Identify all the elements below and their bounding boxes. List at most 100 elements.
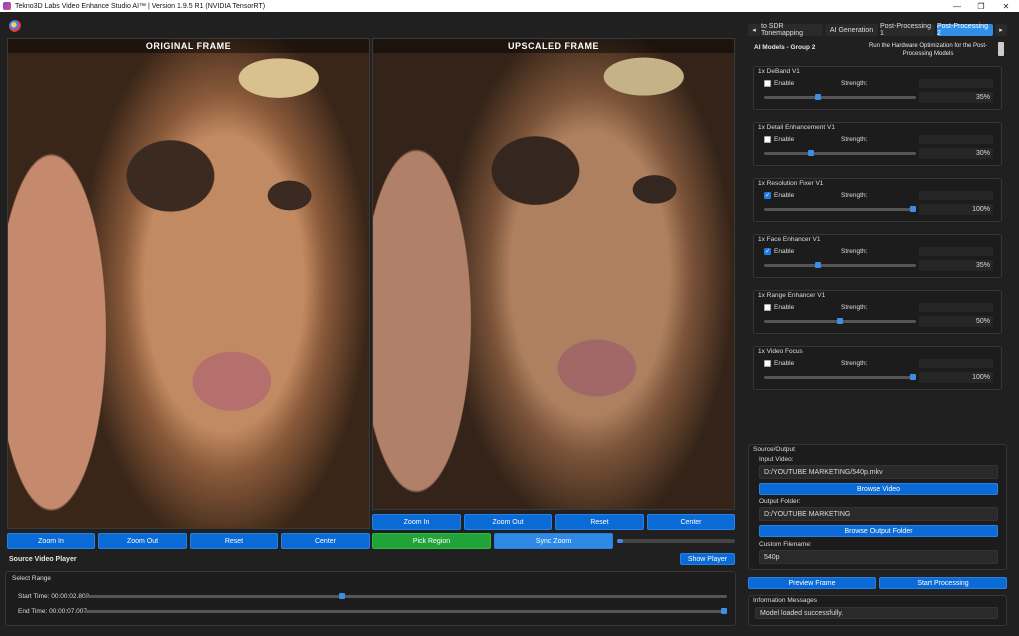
sync-zoom-button[interactable]: Sync Zoom: [494, 533, 613, 549]
model-enable-checkbox[interactable]: [764, 360, 771, 367]
model-strength-thumb[interactable]: [807, 150, 814, 156]
model-strength-label: Strength:: [841, 360, 868, 367]
original-frame-view[interactable]: ORIGINAL FRAME: [7, 38, 370, 529]
model-strength-value: 35%: [919, 92, 993, 103]
model-strength-thumb[interactable]: [815, 262, 822, 268]
output-folder-field[interactable]: D:/YOUTUBE MARKETING: [759, 507, 998, 521]
model-enable-checkbox[interactable]: [764, 304, 771, 311]
tab-ai-generation[interactable]: AI Generation: [825, 24, 878, 36]
original-center-button[interactable]: Center: [281, 533, 370, 549]
upscaled-zoom-out-button[interactable]: Zoom Out: [464, 514, 552, 530]
model-strength-header-box: [919, 79, 993, 88]
upscaled-reset-button[interactable]: Reset: [555, 514, 644, 530]
browse-output-folder-button[interactable]: Browse Output Folder: [759, 525, 998, 537]
model-strength-header-box: [919, 247, 993, 256]
upscaled-frame-label: UPSCALED FRAME: [373, 39, 734, 53]
model-strength-slider[interactable]: [764, 318, 916, 324]
source-output-title: Source/Output: [753, 446, 795, 453]
browse-video-button[interactable]: Browse Video: [759, 483, 998, 495]
model-name: 1x Resolution Fixer V1: [758, 180, 824, 187]
select-range-panel: Select Range Start Time: 00:00:02.802 En…: [5, 571, 736, 626]
end-time-slider[interactable]: [84, 608, 727, 614]
model-card: 1x Range Enhancer V1 Enable Strength: 50…: [753, 290, 1002, 334]
model-name: 1x Detail Enhancement V1: [758, 124, 835, 131]
restore-icon[interactable]: ❐: [969, 0, 993, 12]
tab-post-processing-1[interactable]: Post-Processing 1: [880, 23, 935, 37]
original-image: [8, 39, 369, 528]
model-strength-slider[interactable]: [764, 374, 916, 380]
model-enable-label: Enable: [774, 80, 795, 87]
upscaled-frame-view[interactable]: UPSCALED FRAME: [372, 38, 735, 510]
models-group-title: AI Models - Group 2: [754, 44, 816, 51]
model-strength-value: 35%: [919, 260, 993, 271]
model-strength-label: Strength:: [841, 304, 868, 311]
model-name: 1x Range Enhancer V1: [758, 292, 826, 299]
model-strength-value: 100%: [919, 372, 993, 383]
input-video-label: Input Video:: [759, 456, 794, 463]
region-progress-bar: [617, 539, 735, 543]
model-strength-slider[interactable]: [764, 262, 916, 268]
model-card: 1x Detail Enhancement V1 Enable Strength…: [753, 122, 1002, 166]
model-strength-slider[interactable]: [764, 150, 916, 156]
model-strength-label: Strength:: [841, 192, 868, 199]
original-reset-button[interactable]: Reset: [190, 533, 278, 549]
end-time-thumb[interactable]: [721, 608, 727, 614]
information-messages-title: Information Messages: [753, 597, 817, 604]
model-enable-label: Enable: [774, 248, 795, 255]
tab-post-processing-2[interactable]: Post-Processing 2: [937, 23, 993, 37]
input-video-field[interactable]: D:/YOUTUBE MARKETING/540p.mkv: [759, 465, 998, 479]
model-strength-thumb[interactable]: [910, 206, 916, 212]
start-time-slider[interactable]: [84, 593, 727, 599]
model-strength-thumb[interactable]: [910, 374, 916, 380]
model-enable-checkbox[interactable]: [764, 192, 771, 199]
preview-frame-button[interactable]: Preview Frame: [748, 577, 876, 589]
model-strength-slider[interactable]: [764, 94, 916, 100]
original-zoom-in-button[interactable]: Zoom In: [7, 533, 95, 549]
title-bar: Tekno3D Labs Video Enhance Studio AI™ | …: [0, 0, 1019, 12]
upscaled-image: [373, 39, 734, 509]
start-processing-button[interactable]: Start Processing: [879, 577, 1007, 589]
tab-sdr-tonemapping[interactable]: to SDR Tonemapping: [761, 23, 823, 37]
start-time-thumb[interactable]: [338, 593, 345, 599]
close-icon[interactable]: ✕: [994, 0, 1018, 12]
source-player-title: Source Video Player: [9, 556, 77, 563]
model-enable-label: Enable: [774, 136, 795, 143]
model-strength-header-box: [919, 191, 993, 200]
model-enable-checkbox[interactable]: [764, 248, 771, 255]
tab-next-arrow-icon[interactable]: ▸: [995, 24, 1007, 36]
app-icon: [3, 2, 11, 10]
minimize-icon[interactable]: —: [945, 0, 969, 12]
show-player-button[interactable]: Show Player: [680, 553, 735, 565]
model-card: 1x DeBand V1 Enable Strength: 35%: [753, 66, 1002, 110]
hardware-optimization-text: Run the Hardware Optimization for the Po…: [868, 43, 988, 57]
model-name: 1x Face Enhancer V1: [758, 236, 821, 243]
custom-filename-label: Custom Filename:: [759, 541, 812, 548]
model-strength-thumb[interactable]: [837, 318, 843, 324]
information-messages-panel: Information Messages Model loaded succes…: [748, 595, 1007, 626]
brand-logo-icon: [9, 20, 21, 32]
model-strength-label: Strength:: [841, 136, 868, 143]
model-strength-value: 100%: [919, 204, 993, 215]
custom-filename-field[interactable]: 540p: [759, 550, 998, 564]
select-range-title: Select Range: [12, 575, 52, 582]
model-strength-value: 30%: [919, 148, 993, 159]
original-zoom-out-button[interactable]: Zoom Out: [98, 533, 187, 549]
upscaled-zoom-in-button[interactable]: Zoom In: [372, 514, 461, 530]
models-scrollbar[interactable]: [998, 42, 1004, 56]
window-title: Tekno3D Labs Video Enhance Studio AI™ | …: [15, 2, 266, 10]
output-folder-label: Output Folder:: [759, 498, 801, 505]
model-enable-label: Enable: [774, 360, 795, 367]
model-strength-header-box: [919, 303, 993, 312]
model-enable-checkbox[interactable]: [764, 80, 771, 87]
model-strength-value: 50%: [919, 316, 993, 327]
pick-region-button[interactable]: Pick Region: [372, 533, 491, 549]
end-time-label: End Time: 00:00:07.007: [18, 608, 88, 615]
model-strength-slider[interactable]: [764, 206, 916, 212]
model-strength-thumb[interactable]: [815, 94, 822, 100]
source-output-panel: Source/Output Input Video: D:/YOUTUBE MA…: [748, 444, 1007, 570]
model-name: 1x Video Focus: [758, 348, 803, 355]
original-frame-label: ORIGINAL FRAME: [8, 39, 369, 53]
model-enable-checkbox[interactable]: [764, 136, 771, 143]
tab-prev-arrow-icon[interactable]: ◂: [748, 24, 760, 36]
upscaled-center-button[interactable]: Center: [647, 514, 735, 530]
